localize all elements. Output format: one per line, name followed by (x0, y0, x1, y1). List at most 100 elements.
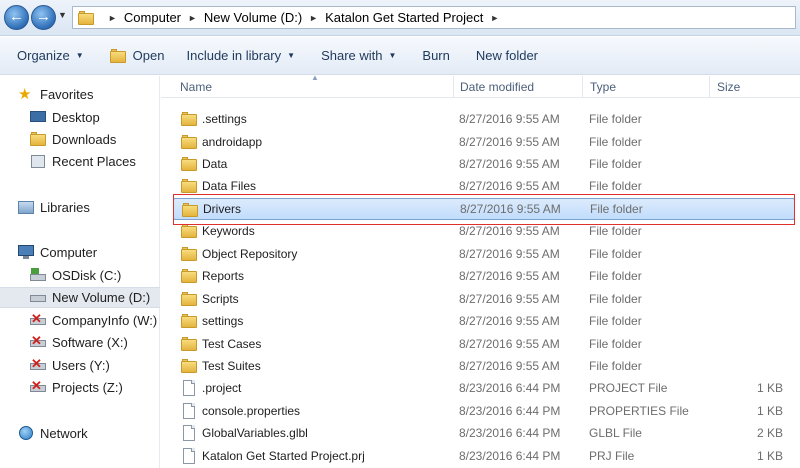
table-row[interactable]: console.properties 8/23/2016 6:44 PM PROPE… (173, 400, 795, 422)
command-toolbar: Organize ▼ Open Include in library ▼ Share… (0, 37, 800, 75)
chevron-right-icon[interactable]: ► (309, 13, 318, 23)
table-row[interactable]: Test Cases 8/27/2016 9:55 AM File folder (173, 333, 795, 355)
nav-favorites[interactable]: ★ Favorites (0, 84, 160, 105)
chevron-down-icon: ▼ (75, 51, 84, 60)
file-date-modified: 8/27/2016 9:55 AM (459, 157, 560, 171)
table-row[interactable]: settings 8/27/2016 9:55 AM File folder (173, 310, 795, 332)
file-type: File folder (589, 179, 642, 193)
nav-downloads[interactable]: Downloads (0, 129, 160, 150)
breadcrumb-new-volume[interactable]: New Volume (D:) (204, 10, 302, 25)
nav-companyinfo[interactable]: ✕ CompanyInfo (W:) (0, 310, 160, 331)
chevron-right-icon[interactable]: ► (108, 13, 117, 23)
nav-favorites-label: Favorites (40, 87, 94, 102)
table-row[interactable]: Object Repository 8/27/2016 9:55 AM File f… (173, 243, 795, 265)
breadcrumb-project[interactable]: Katalon Get Started Project (325, 10, 483, 25)
nav-recent-places[interactable]: Recent Places (0, 151, 160, 172)
folder-icon (181, 359, 197, 373)
file-icon (181, 425, 197, 441)
chevron-down-icon: ▼ (388, 51, 397, 60)
chevron-right-icon[interactable]: ► (490, 13, 499, 23)
file-icon (181, 403, 197, 419)
table-row[interactable]: Scripts 8/27/2016 9:55 AM File folder (173, 288, 795, 310)
column-header-name[interactable]: Name (180, 80, 212, 94)
table-row[interactable]: Keywords 8/27/2016 9:55 AM File folder (173, 220, 795, 242)
desktop-icon (30, 110, 46, 125)
nav-users[interactable]: ✕ Users (Y:) (0, 355, 160, 376)
open-label: Open (132, 48, 165, 63)
table-row[interactable]: Drivers 8/27/2016 9:55 AM File folder (173, 198, 795, 220)
include-label: Include in library (186, 48, 282, 63)
file-date-modified: 8/27/2016 9:55 AM (460, 202, 561, 216)
disconnected-drive-icon: ✕ (30, 378, 46, 395)
file-date-modified: 8/27/2016 9:55 AM (459, 112, 560, 126)
nav-osdisk[interactable]: OSDisk (C:) (0, 265, 160, 286)
computer-icon (18, 245, 34, 260)
file-name: Object Repository (202, 247, 298, 261)
burn-label: Burn (422, 48, 450, 63)
file-type: File folder (589, 337, 642, 351)
column-divider[interactable] (453, 76, 454, 98)
forward-button[interactable]: → (31, 5, 56, 30)
file-type: File folder (589, 112, 642, 126)
table-row[interactable]: Test Suites 8/27/2016 9:55 AM File folder (173, 355, 795, 377)
table-row[interactable]: Reports 8/27/2016 9:55 AM File folder (173, 265, 795, 287)
folder-icon (181, 224, 197, 238)
file-name: settings (202, 314, 244, 328)
nav-companyinfo-label: CompanyInfo (W:) (52, 313, 158, 328)
column-header-date[interactable]: Date modified (460, 80, 534, 94)
file-size: 1 KB (756, 449, 783, 463)
table-row[interactable]: Data 8/27/2016 9:55 AM File folder (173, 153, 795, 175)
folder-icon (78, 11, 96, 25)
breadcrumb-computer[interactable]: Computer (124, 10, 181, 25)
recent-pages-dropdown-icon[interactable]: ▼ (58, 10, 67, 20)
address-field[interactable]: ► Computer ► New Volume (D:) ► Katalon Get… (72, 6, 796, 29)
table-row[interactable]: GlobalVariables.glbl 8/23/2016 6:44 PM GLB… (173, 422, 795, 444)
nav-libraries[interactable]: Libraries (0, 197, 160, 218)
disconnected-drive-icon: ✕ (30, 311, 46, 328)
nav-network[interactable]: Network (0, 423, 160, 444)
folder-icon (181, 157, 197, 171)
organize-button[interactable]: Organize ▼ (17, 48, 84, 63)
nav-computer[interactable]: Computer (0, 242, 160, 263)
share-with-button[interactable]: Share with ▼ (321, 48, 396, 63)
open-button[interactable]: Open (109, 48, 165, 63)
back-button[interactable]: ← (4, 5, 29, 30)
chevron-down-icon: ▼ (287, 51, 296, 60)
column-divider[interactable] (582, 76, 583, 98)
file-size: 1 KB (756, 404, 783, 418)
nav-new-volume[interactable]: New Volume (D:) (0, 287, 160, 308)
file-name: androidapp (202, 135, 263, 149)
recent-places-icon (30, 154, 46, 169)
nav-downloads-label: Downloads (52, 132, 117, 147)
sort-ascending-icon: ▲ (311, 73, 319, 82)
file-date-modified: 8/27/2016 9:55 AM (459, 337, 560, 351)
open-folder-icon (109, 48, 128, 63)
table-row[interactable]: androidapp 8/27/2016 9:55 AM File folder (173, 131, 795, 153)
file-name: Data (202, 157, 228, 171)
column-header-size[interactable]: Size (717, 80, 740, 94)
file-type: File folder (589, 269, 642, 283)
file-date-modified: 8/27/2016 9:55 AM (459, 359, 560, 373)
nav-desktop[interactable]: Desktop (0, 107, 160, 128)
column-header-type[interactable]: Type (590, 80, 616, 94)
nav-software[interactable]: ✕ Software (X:) (0, 332, 160, 353)
chevron-right-icon[interactable]: ► (188, 13, 197, 23)
table-row[interactable]: Data Files 8/27/2016 9:55 AM File folder (173, 175, 795, 197)
file-name: Test Suites (202, 359, 261, 373)
file-icon (181, 380, 197, 396)
table-row[interactable]: .settings 8/27/2016 9:55 AM File folder (173, 108, 795, 130)
table-row[interactable]: .project 8/23/2016 6:44 PM PROJECT File 1 K… (173, 377, 795, 399)
burn-button[interactable]: Burn (422, 48, 449, 63)
libraries-icon (18, 200, 34, 215)
new-folder-button[interactable]: New folder (476, 48, 538, 63)
file-name: console.properties (202, 404, 301, 418)
file-type: PRJ File (589, 449, 635, 463)
table-row[interactable]: Katalon Get Started Project.prj 8/23/2016… (173, 445, 795, 467)
file-size: 2 KB (756, 426, 783, 440)
column-divider[interactable] (709, 76, 710, 98)
file-date-modified: 8/23/2016 6:44 PM (459, 449, 561, 463)
nav-projects[interactable]: ✕ Projects (Z:) (0, 377, 160, 398)
file-type: File folder (589, 247, 642, 261)
include-in-library-button[interactable]: Include in library ▼ (186, 48, 295, 63)
downloads-folder-icon (30, 132, 46, 147)
